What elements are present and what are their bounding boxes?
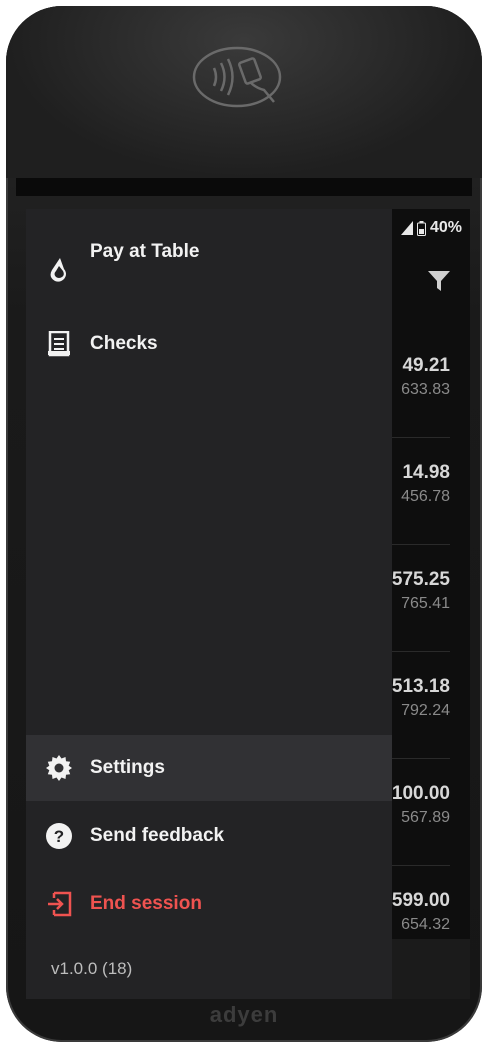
nav-item-pay-at-table[interactable]: Pay at Table <box>26 219 392 285</box>
nav-label: Checks <box>90 333 158 354</box>
transaction-subtotal: 567.89 <box>401 809 450 826</box>
filter-icon[interactable] <box>428 271 450 291</box>
terminal-screen: 40% 49.21 633.83 14.98 456.78 575.25 765.41 51… <box>26 209 470 999</box>
device-screen-bezel <box>16 178 472 196</box>
battery-icon <box>416 220 426 236</box>
nav-label: End session <box>90 893 202 914</box>
transaction-amount: 513.18 <box>391 676 450 697</box>
payment-terminal-device: 40% 49.21 633.83 14.98 456.78 575.25 765.41 51… <box>6 6 482 1042</box>
device-top-panel <box>6 6 482 178</box>
gear-icon <box>46 755 72 781</box>
nav-item-end-session[interactable]: End session <box>26 871 392 937</box>
transaction-amount: 49.21 <box>402 355 450 376</box>
nav-item-checks[interactable]: Checks <box>26 311 392 377</box>
signal-icon <box>400 221 413 235</box>
transaction-subtotal: 792.24 <box>401 702 450 719</box>
svg-text:?: ? <box>54 827 64 846</box>
transaction-subtotal: 654.32 <box>401 916 450 933</box>
status-bar: 40% <box>400 219 462 237</box>
transaction-subtotal: 633.83 <box>401 381 450 398</box>
nav-item-send-feedback[interactable]: ? Send feedback <box>26 803 392 869</box>
battery-percentage: 40% <box>429 219 462 236</box>
navigation-drawer: Pay at Table Checks Settings ? Send feed… <box>26 209 392 999</box>
receipt-icon <box>46 331 72 357</box>
app-version: v1.0.0 (18) <box>51 959 133 978</box>
help-circle-icon: ? <box>46 823 72 849</box>
transaction-subtotal: 456.78 <box>401 488 450 505</box>
nav-label: Pay at Table <box>90 241 200 262</box>
nav-item-settings[interactable]: Settings <box>26 735 392 801</box>
transaction-amount: 599.00 <box>391 890 450 911</box>
lightspeed-flame-icon <box>46 257 72 283</box>
transaction-subtotal: 765.41 <box>401 595 450 612</box>
transaction-amount: 100.00 <box>391 783 450 804</box>
nav-label: Settings <box>90 757 165 778</box>
brand-logo: adyen <box>209 1002 279 1027</box>
transaction-amount: 575.25 <box>391 569 450 590</box>
contactless-nfc-icon <box>192 46 282 108</box>
logout-icon <box>46 891 72 917</box>
nav-label: Send feedback <box>90 825 225 846</box>
transaction-amount: 14.98 <box>402 462 450 483</box>
